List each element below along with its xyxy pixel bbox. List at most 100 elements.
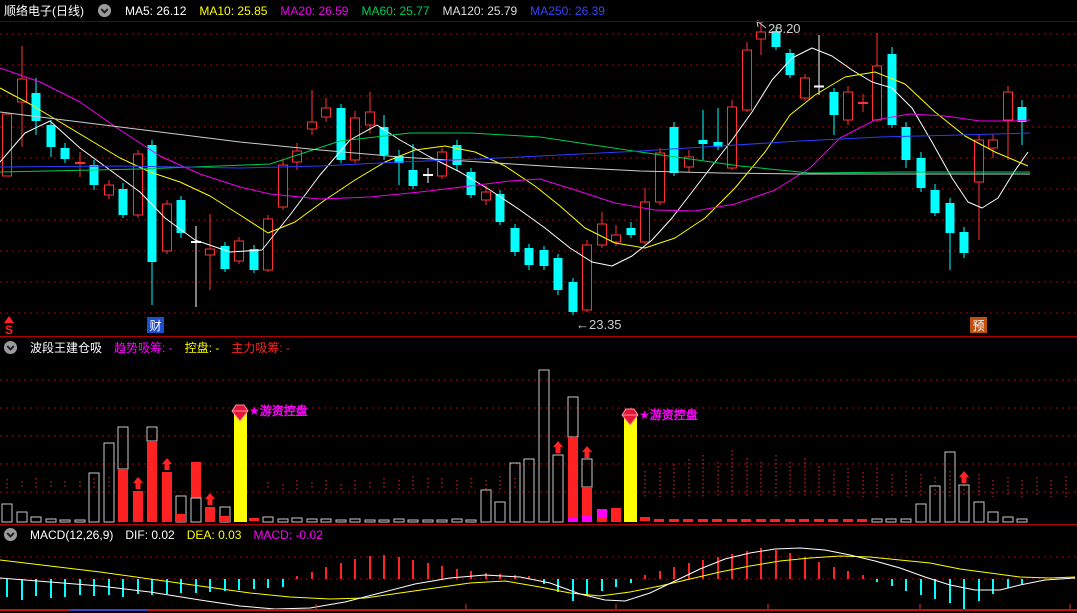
indicator-bar-h: [16, 511, 28, 523]
ma120-value: MA120: 25.79: [442, 3, 518, 18]
candle: [452, 140, 462, 170]
candle-body-up: [321, 107, 331, 118]
indicator-bar-r: [249, 518, 259, 521]
indicator-bar-h: [291, 517, 303, 523]
candle: [640, 188, 650, 244]
candle: [524, 244, 534, 270]
indicator-bar-h: [1002, 516, 1014, 523]
candle: [423, 168, 433, 183]
candle-body-down: [669, 127, 679, 173]
indicator-bar-h: [59, 519, 71, 523]
candle: [220, 242, 230, 272]
indicator-bar-h: [929, 485, 941, 523]
indicator-bar-r: [741, 519, 751, 522]
indicator-bar-h: [320, 518, 332, 523]
candle: [75, 152, 85, 177]
candle: [133, 150, 143, 218]
candle: [89, 160, 99, 190]
candle-body-down: [466, 172, 476, 195]
indicator-bar-r: [857, 519, 867, 522]
macd-header: MACD(12,26,9) DIF: 0.02 DEA: 0.03 MACD: …: [0, 525, 1076, 544]
candle: [698, 110, 708, 160]
indicator-bar-r: [133, 491, 143, 522]
candle-body-up: [365, 111, 375, 126]
ma10-value: MA10: 25.85: [199, 3, 268, 18]
candle: [321, 98, 331, 122]
chevron-down-icon[interactable]: [3, 340, 18, 355]
candle: [553, 254, 563, 295]
candle-body-up: [307, 121, 317, 130]
candle-body-up: [1003, 91, 1013, 121]
candle-body-down: [945, 203, 955, 233]
candle: [626, 222, 636, 238]
candle-body-up: [988, 139, 998, 149]
ma5-value: MA5: 26.12: [125, 3, 187, 18]
indicator-bar-m: [582, 516, 592, 522]
wave-indicator-header: 波段王建仓吸 趋势吸筹: - 控盘: - 主力吸筹: -: [0, 338, 1076, 357]
indicator-bar-h: [335, 519, 347, 523]
candle-body-up: [742, 49, 752, 111]
candle: [742, 42, 752, 112]
indicator-bar-r: [799, 519, 809, 522]
wave-indicator-plot[interactable]: ★游资控盘 ★游资控盘: [0, 369, 1077, 523]
candle: [495, 190, 505, 225]
indicator-bar-r: [814, 519, 824, 522]
trend-absorb-value: 趋势吸筹: -: [114, 341, 173, 355]
candle-body-down: [1017, 107, 1027, 122]
indicator-bar-r: [176, 514, 186, 522]
indicator-bar-r: [118, 469, 128, 522]
ma250-value: MA250: 26.39: [530, 3, 605, 18]
macd-plot[interactable]: [0, 547, 1077, 611]
indicator-bar-r: [640, 517, 650, 521]
candle-body-up: [263, 218, 273, 271]
candle-body-down: [510, 228, 520, 252]
candle-body-up: [481, 191, 491, 201]
indicator-bar-h: [1016, 518, 1028, 523]
indicator-bar-h: [436, 519, 448, 523]
candle-body-down: [408, 170, 418, 186]
hot-money-label: ★游资控盘: [639, 407, 698, 422]
main-chart[interactable]: 28.20 ←23.35 S 财 预: [0, 20, 1077, 337]
dea-line: [0, 555, 1076, 600]
main-chart-header: 顺络电子(日线) MA5: 26.12 MA10: 25.85 MA20: 26…: [0, 0, 1077, 21]
indicator-bar-h: [973, 501, 985, 523]
chevron-down-icon[interactable]: [3, 527, 18, 542]
candle-body-up: [655, 152, 665, 203]
candle-body-up: [974, 139, 984, 183]
candle: [539, 246, 549, 270]
candle-body-down: [539, 250, 549, 266]
candle-body-down: [118, 189, 128, 215]
indicator-bar-r: [611, 508, 621, 522]
candle: [249, 245, 259, 273]
indicator-bar-r: [669, 519, 679, 522]
indicator-bar-h: [567, 396, 579, 438]
chart-canvas[interactable]: 28.20 ←23.35 S 财 预 ★游资控盘 ★游资控盘: [0, 0, 1077, 613]
indicator-bar-r: [727, 519, 737, 522]
indicator-bar-r: [828, 519, 838, 522]
candle: [147, 140, 157, 305]
indicator-bar-h: [552, 454, 564, 523]
candle-body-down: [698, 140, 708, 144]
buy-signal-marker: S: [4, 316, 14, 337]
forecast-box-text: 预: [972, 319, 984, 333]
indicator-bar-h: [364, 519, 376, 523]
indicator-bar-r: [698, 519, 708, 522]
indicator-bar-y: [234, 408, 247, 522]
candle: [118, 183, 128, 218]
ma20-value: MA20: 26.59: [280, 3, 349, 18]
indicator-bar-r: [843, 519, 853, 522]
up-arrow-icon: [162, 458, 172, 470]
candle: [234, 237, 244, 264]
candle-body-up: [582, 244, 592, 311]
indicator-bar-r: [683, 519, 693, 522]
candle-body-down: [916, 158, 926, 188]
indicator-bar-h: [262, 516, 274, 523]
candle: [843, 86, 853, 125]
indicator-bar-h: [871, 518, 883, 523]
candle-body-up: [104, 184, 114, 196]
chevron-down-icon[interactable]: [97, 3, 112, 18]
up-arrow-icon: [4, 316, 14, 323]
candle: [104, 180, 114, 199]
up-arrow-icon: [205, 493, 215, 505]
candle-body-up: [278, 164, 288, 208]
